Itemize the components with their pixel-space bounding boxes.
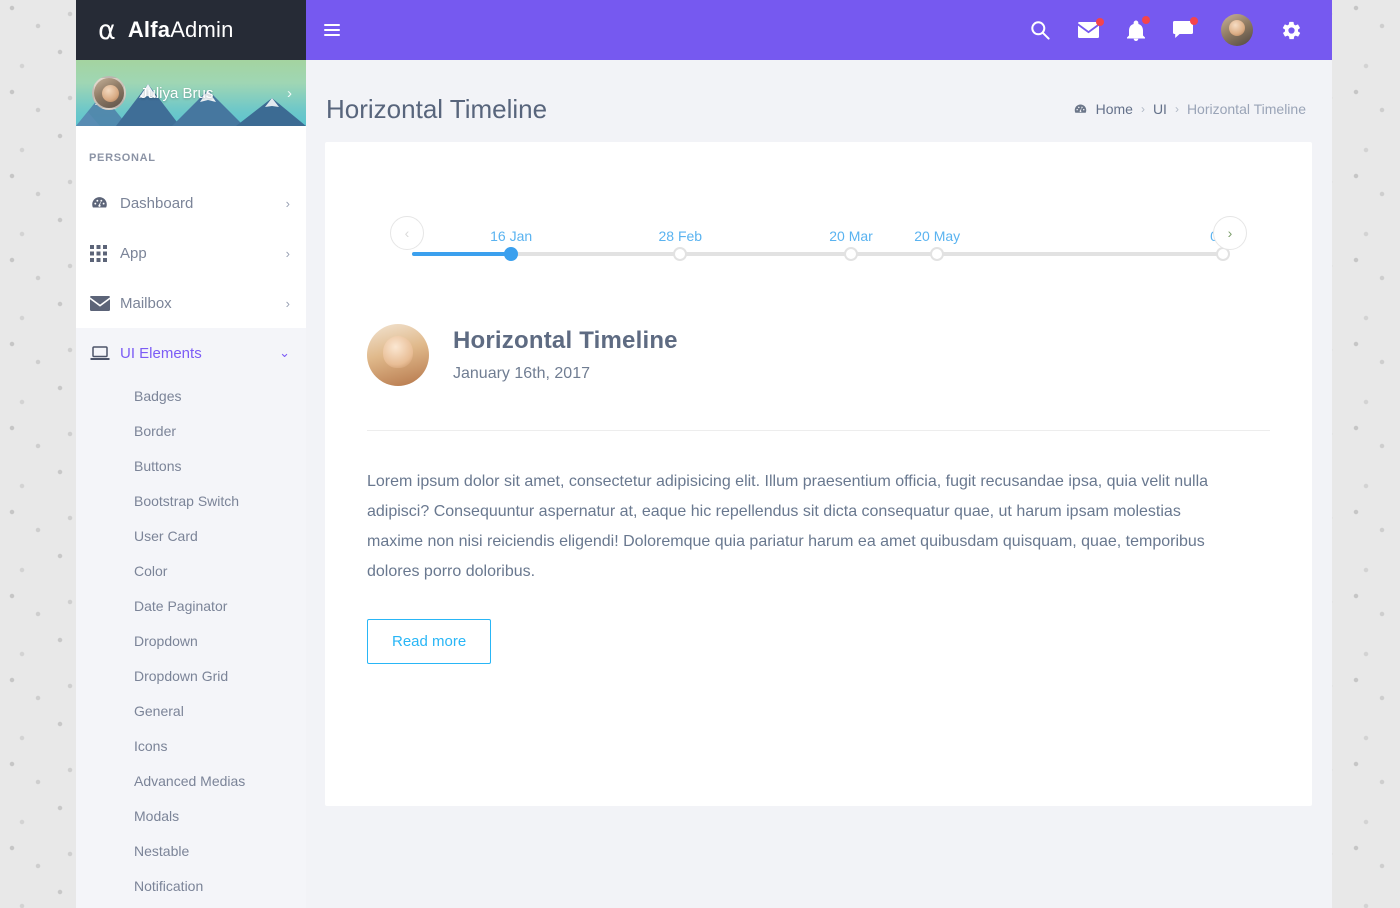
- event-title-block: Horizontal Timeline January 16th, 2017: [453, 327, 678, 383]
- mail-badge: [1096, 18, 1104, 26]
- brand-name-bold: Alfa: [127, 17, 171, 42]
- submenu-item-badges[interactable]: Badges: [76, 378, 306, 413]
- submenu-item-advanced-medias[interactable]: Advanced Medias: [76, 763, 306, 798]
- page-header: Horizontal Timeline Home › UI › Horizont…: [306, 60, 1332, 136]
- mail-icon[interactable]: [1078, 18, 1104, 38]
- chat-icon[interactable]: [1173, 17, 1198, 39]
- timeline-dot-1[interactable]: [673, 247, 688, 261]
- breadcrumb-ui[interactable]: UI: [1153, 101, 1167, 117]
- sidebar-item-dashboard[interactable]: Dashboard ›: [76, 178, 306, 228]
- chevron-right-icon: ›: [285, 295, 290, 311]
- sidebar: α AlfaAdmin Juliya Brus › PERSONAL Dashb…: [76, 0, 306, 908]
- horizontal-timeline: 16 Jan 28 Feb 20 Mar 20 May 09 J ‹ ›: [325, 142, 1312, 324]
- app-root: α AlfaAdmin Juliya Brus › PERSONAL Dashb…: [0, 0, 1400, 908]
- timeline-label-0[interactable]: 16 Jan: [490, 228, 532, 244]
- chevron-down-icon: ⌄: [279, 345, 290, 360]
- envelope-icon: [90, 295, 120, 311]
- sidebar-submenu-ui-elements: Badges Border Buttons Bootstrap Switch U…: [76, 378, 306, 908]
- submenu-item-user-card[interactable]: User Card: [76, 518, 306, 553]
- submenu-item-buttons[interactable]: Buttons: [76, 448, 306, 483]
- submenu-item-notification[interactable]: Notification: [76, 868, 306, 903]
- timeline-progress-fill: [412, 252, 512, 256]
- sidebar-item-label: UI Elements: [120, 344, 202, 362]
- laptop-icon: [90, 345, 120, 361]
- timeline-event-content: Horizontal Timeline January 16th, 2017 L…: [325, 324, 1312, 665]
- chevron-right-icon: ›: [287, 84, 292, 102]
- sidebar-item-mailbox[interactable]: Mailbox ›: [76, 278, 306, 328]
- search-icon[interactable]: [1030, 20, 1050, 40]
- sidebar-item-label: App: [120, 244, 147, 262]
- submenu-item-bootstrap-switch[interactable]: Bootstrap Switch: [76, 483, 306, 518]
- event-body-text: Lorem ipsum dolor sit amet, consectetur …: [367, 473, 1209, 581]
- avatar: [92, 76, 126, 110]
- chevron-right-icon: ›: [285, 195, 290, 211]
- timeline-prev-button[interactable]: ‹: [390, 216, 424, 250]
- read-more-button[interactable]: Read more: [367, 619, 492, 665]
- submenu-item-general[interactable]: General: [76, 693, 306, 728]
- timeline-track[interactable]: [412, 247, 1231, 261]
- gear-icon[interactable]: [1281, 20, 1302, 41]
- submenu-item-icons[interactable]: Icons: [76, 728, 306, 763]
- menu-icon[interactable]: [306, 24, 360, 36]
- chat-badge: [1190, 17, 1198, 25]
- topbar: [306, 0, 1332, 60]
- timeline-next-button[interactable]: ›: [1213, 216, 1247, 250]
- nav-section-label: PERSONAL: [89, 152, 156, 164]
- timeline-event-header: Horizontal Timeline January 16th, 2017: [367, 324, 1270, 386]
- timeline-label-1[interactable]: 28 Feb: [658, 228, 702, 244]
- bell-badge: [1142, 15, 1150, 24]
- breadcrumb-current: Horizontal Timeline: [1186, 101, 1306, 117]
- sidebar-item-label: Mailbox: [120, 294, 172, 312]
- sidebar-item-label: Dashboard: [120, 194, 194, 212]
- sidebar-item-ui-elements[interactable]: UI Elements ⌄: [76, 328, 306, 378]
- timeline-label-2[interactable]: 20 Mar: [829, 228, 873, 244]
- submenu-item-border[interactable]: Border: [76, 413, 306, 448]
- brand-name: AlfaAdmin: [128, 17, 234, 43]
- breadcrumb-separator: ›: [1174, 102, 1179, 116]
- submenu-item-nestable[interactable]: Nestable: [76, 833, 306, 868]
- submenu-item-date-paginator[interactable]: Date Paginator: [76, 588, 306, 623]
- brand-logo-area[interactable]: α AlfaAdmin: [76, 0, 306, 60]
- brand-name-light: Admin: [170, 17, 234, 42]
- submenu-item-modals[interactable]: Modals: [76, 798, 306, 833]
- timeline-dot-3[interactable]: [930, 247, 945, 261]
- event-heading: Horizontal Timeline: [453, 327, 678, 354]
- speedometer-icon: [90, 194, 120, 213]
- submenu-item-dropdown[interactable]: Dropdown: [76, 623, 306, 658]
- timeline-labels: 16 Jan 28 Feb 20 Mar 20 May 09 J: [390, 228, 1247, 252]
- breadcrumb-separator: ›: [1140, 102, 1145, 116]
- breadcrumb-home[interactable]: Home: [1096, 101, 1133, 117]
- timeline-label-3[interactable]: 20 May: [914, 228, 960, 244]
- sidebar-item-app[interactable]: App ›: [76, 228, 306, 278]
- breadcrumb-home-icon: [1073, 102, 1088, 117]
- event-date: January 16th, 2017: [453, 365, 590, 382]
- page-title: Horizontal Timeline: [326, 93, 548, 124]
- page-content: Horizontal Timeline Home › UI › Horizont…: [306, 60, 1332, 908]
- user-profile-banner[interactable]: Juliya Brus ›: [76, 60, 306, 126]
- profile-name: Juliya Brus: [140, 84, 214, 102]
- topbar-avatar[interactable]: [1221, 14, 1253, 46]
- grid-icon: [90, 244, 120, 262]
- submenu-item-color[interactable]: Color: [76, 553, 306, 588]
- timeline-dot-active[interactable]: [504, 247, 519, 261]
- event-avatar: [367, 324, 429, 386]
- alfa-logo-icon: α: [98, 14, 116, 46]
- chevron-right-icon: ›: [285, 245, 290, 261]
- topbar-icon-group: [1030, 14, 1332, 46]
- timeline-dot-2[interactable]: [844, 247, 859, 261]
- bell-icon[interactable]: [1127, 15, 1150, 41]
- submenu-item-dropdown-grid[interactable]: Dropdown Grid: [76, 658, 306, 693]
- timeline-card: 16 Jan 28 Feb 20 Mar 20 May 09 J ‹ ›: [325, 142, 1312, 806]
- breadcrumb: Home › UI › Horizontal Timeline: [1073, 101, 1306, 117]
